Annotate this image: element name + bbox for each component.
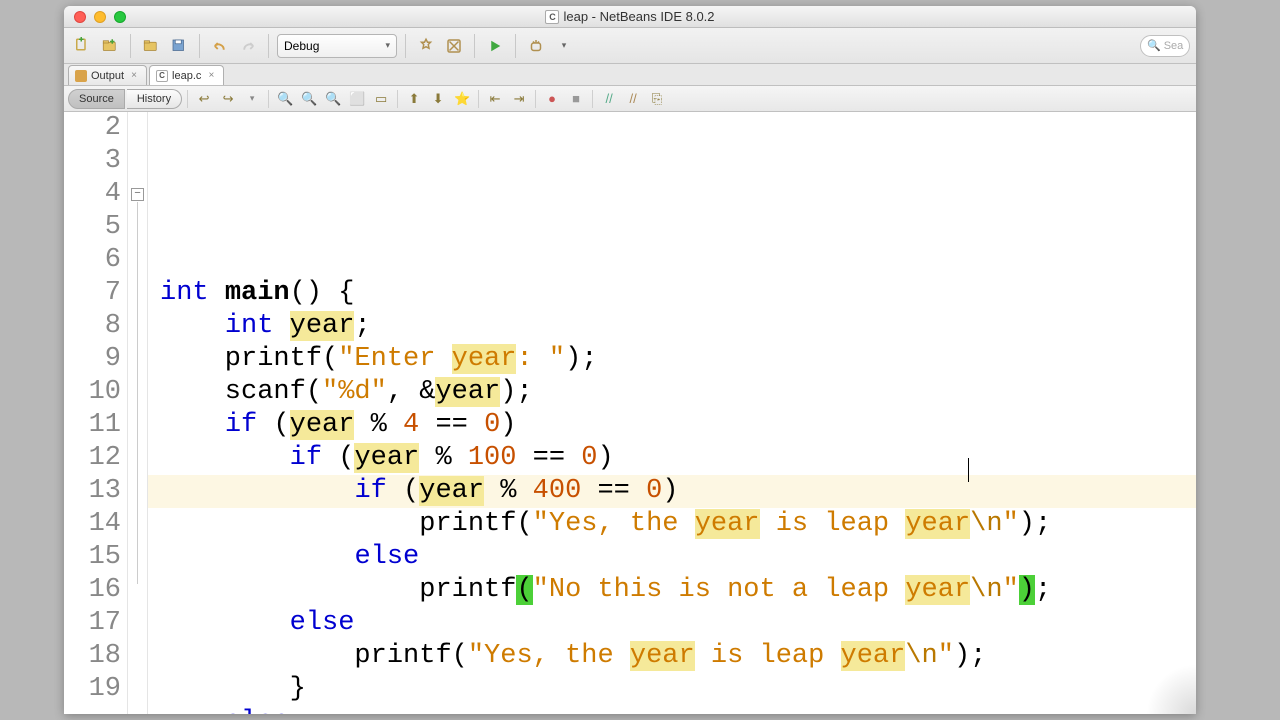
- window-controls: [64, 11, 126, 23]
- open-button[interactable]: [139, 34, 163, 58]
- goto-button[interactable]: ⎘: [646, 89, 668, 109]
- c-file-icon: C: [156, 70, 168, 82]
- window-title: C leap - NetBeans IDE 8.0.2: [64, 9, 1196, 24]
- tab-leap-c[interactable]: C leap.c ×: [149, 65, 224, 85]
- redo-button[interactable]: [236, 34, 260, 58]
- titlebar: C leap - NetBeans IDE 8.0.2: [64, 6, 1196, 28]
- minimize-window-button[interactable]: [94, 11, 106, 23]
- line-number-gutter: 2345678910111213141516171819: [64, 112, 128, 714]
- toggle-bookmark-button[interactable]: ⭐: [451, 89, 473, 109]
- global-search[interactable]: 🔍 Sea: [1140, 35, 1190, 57]
- config-dropdown[interactable]: Debug ▾: [277, 34, 397, 58]
- last-edit-button[interactable]: ↩: [193, 89, 215, 109]
- run-button[interactable]: [483, 34, 507, 58]
- fold-column: −: [128, 112, 148, 714]
- close-window-button[interactable]: [74, 11, 86, 23]
- macro-record-button[interactable]: ●: [541, 89, 563, 109]
- comment-button[interactable]: //: [598, 89, 620, 109]
- save-all-button[interactable]: [167, 34, 191, 58]
- close-tab-button[interactable]: ×: [205, 70, 217, 82]
- source-view-button[interactable]: Source: [68, 89, 125, 109]
- forward-button[interactable]: ↪: [217, 89, 239, 109]
- code-area[interactable]: int main() { int year; printf("Enter yea…: [148, 112, 1196, 714]
- fold-toggle[interactable]: −: [131, 188, 144, 201]
- uncomment-button[interactable]: //: [622, 89, 644, 109]
- clean-build-button[interactable]: [442, 34, 466, 58]
- c-file-icon: C: [545, 10, 559, 24]
- zoom-window-button[interactable]: [114, 11, 126, 23]
- find-selection-button[interactable]: 🔍: [274, 89, 296, 109]
- debug-button[interactable]: [524, 34, 548, 58]
- profile-button[interactable]: ▾: [552, 34, 576, 58]
- shift-right-button[interactable]: ⇥: [508, 89, 530, 109]
- output-icon: [75, 70, 87, 82]
- editor-tabs: Output × C leap.c ×: [64, 64, 1196, 86]
- close-tab-button[interactable]: ×: [128, 70, 140, 82]
- main-toolbar: Debug ▾ ▾ 🔍 Sea: [64, 28, 1196, 64]
- toggle-rect-button[interactable]: ▭: [370, 89, 392, 109]
- find-prev-button[interactable]: 🔍: [298, 89, 320, 109]
- new-file-button[interactable]: [70, 34, 94, 58]
- toggle-highlight-button[interactable]: ⬜: [346, 89, 368, 109]
- tab-output[interactable]: Output ×: [68, 65, 147, 85]
- find-next-button[interactable]: 🔍: [322, 89, 344, 109]
- prev-bookmark-button[interactable]: ⬆: [403, 89, 425, 109]
- search-icon: 🔍: [1147, 39, 1161, 52]
- ide-window: C leap - NetBeans IDE 8.0.2 Debug ▾: [64, 6, 1196, 714]
- shift-left-button[interactable]: ⇤: [484, 89, 506, 109]
- macro-stop-button[interactable]: ■: [565, 89, 587, 109]
- dropdown-icon[interactable]: ▾: [241, 89, 263, 109]
- build-button[interactable]: [414, 34, 438, 58]
- undo-button[interactable]: [208, 34, 232, 58]
- history-view-button[interactable]: History: [127, 89, 182, 109]
- editor-toolbar: Source History ↩ ↪ ▾ 🔍 🔍 🔍 ⬜ ▭ ⬆ ⬇ ⭐ ⇤ ⇥…: [64, 86, 1196, 112]
- code-editor[interactable]: 2345678910111213141516171819 − int main(…: [64, 112, 1196, 714]
- new-project-button[interactable]: [98, 34, 122, 58]
- next-bookmark-button[interactable]: ⬇: [427, 89, 449, 109]
